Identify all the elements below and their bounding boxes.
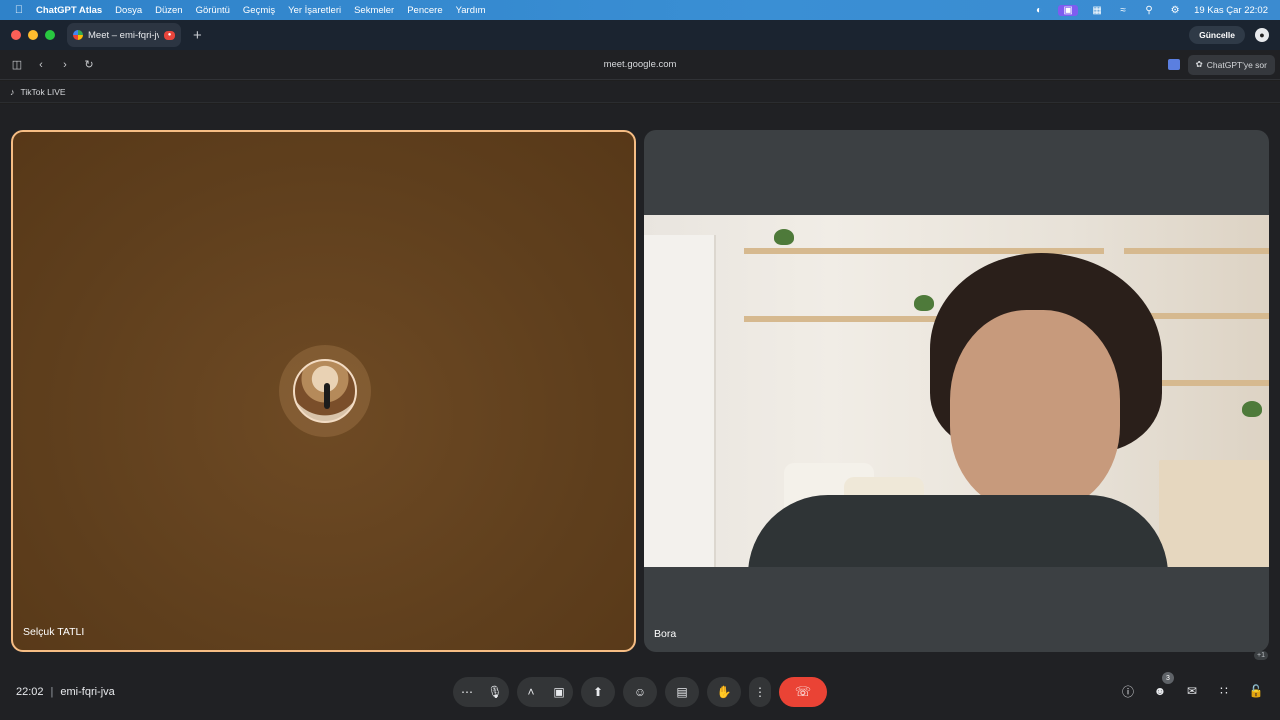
participant-name: Selçuk TATLI [23, 626, 85, 638]
video-shelf [1124, 248, 1269, 254]
meeting-separator: | [50, 686, 54, 698]
tiktok-icon: ♪ [10, 86, 15, 97]
meeting-code: emi-fqri-jva [60, 686, 115, 698]
video-options-button[interactable]: ˄ [517, 677, 545, 707]
address-bar[interactable]: meet.google.com [0, 59, 1280, 70]
bookmark-tiktok-live[interactable]: ♪ TikTok LIVE [10, 87, 66, 97]
camera-button[interactable]: ▣ [545, 677, 573, 707]
meeting-time: 22:02 [16, 686, 44, 698]
control-center-icon[interactable]: ⚙ [1168, 5, 1182, 16]
bookmark-label: TikTok LIVE [20, 86, 66, 97]
tab-title: Meet – emi-fqri-jva [88, 29, 159, 41]
host-controls-button[interactable]: 🔓 [1248, 682, 1264, 700]
call-controls-bar: 22:02 | emi-fqri-jva ⋯ 🎙 ˄ ▣ ⬆ ☺ ▤ ✋ ⋮ ☏… [0, 668, 1280, 720]
host-controls-icon: 🔓 [1248, 684, 1264, 698]
right-controls: ⓘ ☻ 3 ✉ ∷ 🔓 [1120, 672, 1264, 700]
wifi-icon[interactable]: ≈ [1116, 5, 1130, 16]
participant-video [644, 215, 1269, 567]
menu-view[interactable]: Görüntü [196, 5, 230, 16]
chat-button[interactable]: ✉ [1184, 682, 1200, 700]
raise-hand-button[interactable]: ✋ [707, 677, 741, 707]
menu-tabs[interactable]: Sekmeler [354, 5, 394, 16]
video-control-group: ˄ ▣ [517, 677, 573, 707]
menu-history[interactable]: Geçmiş [243, 5, 275, 16]
zoom-window-button[interactable] [45, 30, 55, 40]
more-participants-badge[interactable]: +1 [1254, 651, 1268, 660]
profile-avatar-icon[interactable]: ● [1255, 28, 1269, 42]
update-button[interactable]: Güncelle [1189, 26, 1245, 44]
video-plant [914, 295, 934, 311]
menubar-datetime[interactable]: 19 Kas Çar 22:02 [1194, 5, 1268, 16]
window-grid-icon[interactable]: ▦ [1090, 5, 1104, 16]
participant-tile-bora[interactable]: Bora [644, 130, 1269, 652]
menu-bar:  ChatGPT Atlas Dosya Düzen Görüntü Geçm… [0, 0, 1280, 20]
video-plant [1242, 401, 1262, 417]
spotlight-search-icon[interactable]: ⚲ [1142, 5, 1156, 16]
new-tab-button[interactable]: + [193, 27, 202, 44]
present-screen-icon: ⬆ [592, 685, 604, 699]
minimize-window-button[interactable] [28, 30, 38, 40]
people-button[interactable]: ☻ 3 [1152, 672, 1174, 700]
menu-window[interactable]: Pencere [407, 5, 442, 16]
close-window-button[interactable] [11, 30, 21, 40]
menu-file[interactable]: Dosya [115, 5, 142, 16]
emoji-icon: ☺ [633, 685, 647, 699]
menu-help[interactable]: Yardım [456, 5, 486, 16]
meet-favicon-icon [73, 30, 83, 40]
microphone-icon: 🎙 [487, 685, 503, 699]
recording-indicator-icon: ● [164, 30, 175, 40]
window-controls [11, 30, 55, 40]
menu-edit[interactable]: Düzen [155, 5, 182, 16]
menu-app-name[interactable]: ChatGPT Atlas [36, 5, 102, 16]
person-shirt [748, 495, 1168, 567]
activities-icon: ∷ [1220, 684, 1228, 698]
participant-avatar [293, 359, 357, 423]
status-app-icon[interactable]: ◐ [1032, 5, 1046, 16]
ask-chatgpt-button[interactable]: ✿ ChatGPT'ye sor [1187, 54, 1275, 75]
tab-meet[interactable]: Meet – emi-fqri-jva ● [67, 23, 181, 47]
raise-hand-icon: ✋ [716, 685, 732, 699]
present-screen-button[interactable]: ⬆ [581, 677, 615, 707]
people-icon: ☻ [1153, 684, 1167, 698]
audio-control-group: ⋯ 🎙 [453, 677, 509, 707]
captions-icon: ▤ [676, 685, 688, 699]
browser-toolbar: ◫ ‹ › ↻ meet.google.com ✿ ChatGPT'ye sor [0, 50, 1280, 80]
center-controls: ⋯ 🎙 ˄ ▣ ⬆ ☺ ▤ ✋ ⋮ ☏ [453, 677, 827, 707]
tab-strip: Meet – emi-fqri-jva ● + Güncelle ● [0, 20, 1280, 63]
meeting-details-button[interactable]: ⓘ [1120, 682, 1136, 700]
people-count-badge: 3 [1162, 672, 1174, 684]
more-actions-button[interactable]: ⋮ [749, 677, 771, 707]
more-options-icon: ⋯ [461, 685, 473, 699]
chat-icon: ✉ [1186, 684, 1198, 698]
microphone-button[interactable]: 🎙 [481, 677, 509, 707]
emoji-reaction-button[interactable]: ☺ [623, 677, 657, 707]
meeting-info: 22:02 | emi-fqri-jva [16, 686, 115, 698]
person-face [950, 310, 1120, 510]
apple-icon[interactable]:  [12, 4, 26, 16]
chatgpt-icon: ✿ [1195, 59, 1203, 69]
participant-tile-selcuk[interactable]: Selçuk TATLI [11, 130, 636, 652]
activities-button[interactable]: ∷ [1216, 682, 1232, 700]
captions-button[interactable]: ▤ [665, 677, 699, 707]
translate-extension-icon[interactable] [1167, 59, 1180, 70]
info-icon: ⓘ [1121, 684, 1134, 699]
meet-stage: Selçuk TATLI Bora +1 [0, 104, 1280, 720]
video-shelf [1144, 313, 1269, 319]
menu-bookmarks[interactable]: Yer İşaretleri [288, 5, 341, 16]
ask-chatgpt-label: ChatGPT'ye sor [1206, 59, 1267, 70]
speaking-halo [279, 345, 371, 437]
participant-name: Bora [654, 628, 677, 640]
bookmarks-bar: ♪ TikTok LIVE [0, 81, 1280, 103]
video-plant [774, 229, 794, 245]
end-call-icon: ☏ [794, 684, 812, 699]
end-call-button[interactable]: ☏ [779, 677, 827, 707]
video-door [644, 235, 716, 567]
chevron-up-icon: ˄ [527, 685, 535, 699]
more-vert-icon: ⋮ [754, 685, 766, 699]
camera-icon: ▣ [553, 685, 565, 699]
video-cabinet [1159, 460, 1269, 567]
audio-options-button[interactable]: ⋯ [453, 677, 481, 707]
screen-recording-icon[interactable]: ▣ [1058, 4, 1079, 16]
